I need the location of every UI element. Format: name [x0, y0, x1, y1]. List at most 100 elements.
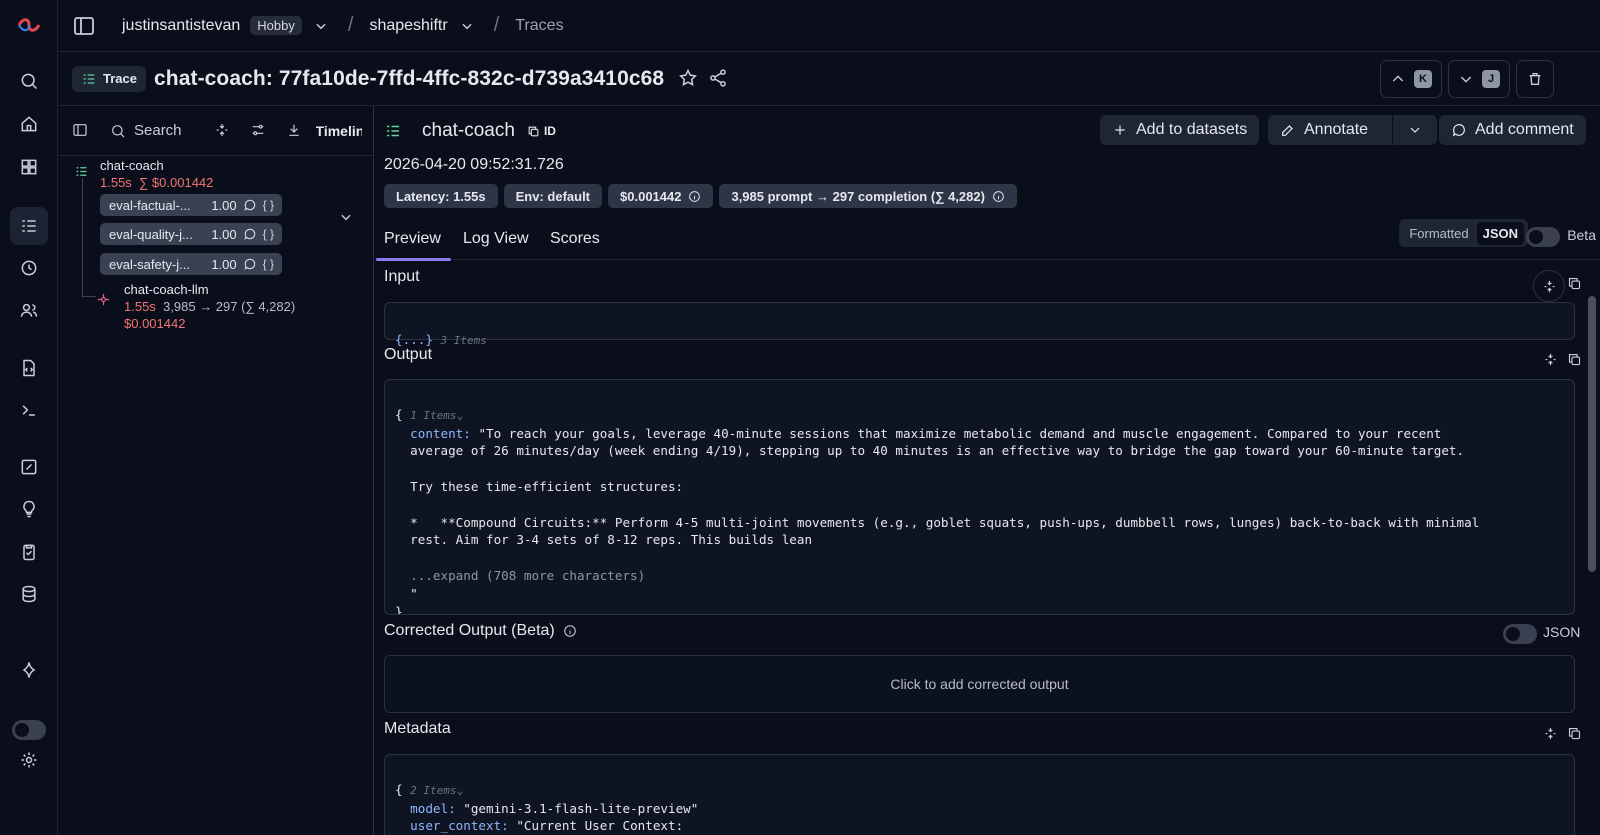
chevron-down-icon — [1460, 76, 1472, 83]
info-icon — [689, 190, 701, 202]
sessions-clock-icon[interactable] — [17, 256, 41, 280]
eval-score-chip[interactable]: eval-quality-j... 1.00 { } — [100, 223, 282, 245]
corrected-output-title: Corrected Output (Beta) — [384, 622, 577, 640]
metrics-pills: Latency: 1.55s Env: default $0.001442 3,… — [384, 184, 1017, 208]
prompts-file-icon[interactable] — [17, 356, 41, 380]
delete-trace-button[interactable] — [1516, 60, 1554, 98]
expand-icon[interactable] — [1543, 352, 1559, 368]
latency-badge: Latency: 1.55s — [384, 184, 498, 208]
eval-score-chip[interactable]: eval-factual-... 1.00 { } — [100, 194, 282, 216]
trash-icon — [1529, 73, 1541, 85]
env-badge: Env: default — [503, 184, 603, 208]
playground-terminal-icon[interactable] — [17, 398, 41, 422]
corrected-output-input[interactable]: Click to add corrected output — [384, 655, 1575, 713]
add-to-datasets-button[interactable]: Add to datasets — [1100, 115, 1260, 145]
share-icon[interactable] — [708, 68, 730, 90]
timeline-toggle[interactable]: Timeline — [316, 123, 362, 139]
chevron-down-icon[interactable] — [339, 210, 353, 224]
format-json-option[interactable]: JSON — [1476, 221, 1524, 245]
output-json-viewer[interactable]: { 1 Items⌄ content: "To reach your goals… — [384, 379, 1575, 615]
breadcrumb-org[interactable]: justinsantistevan — [122, 17, 240, 35]
lightbulb-icon[interactable] — [17, 497, 41, 521]
search-icon[interactable] — [17, 69, 41, 93]
info-icon — [993, 190, 1004, 202]
tree-toolbar: Search Timeline — [58, 106, 373, 156]
expand-icon[interactable] — [1533, 270, 1565, 302]
expand-icon[interactable] — [1543, 726, 1559, 742]
breadcrumb-separator: / — [347, 14, 354, 36]
top-navigation-bar: justinsantistevan Hobby / shapeshiftr / … — [58, 0, 1600, 52]
breadcrumb-separator: / — [493, 14, 500, 36]
traces-nav-icon[interactable] — [10, 207, 48, 245]
tab-scores[interactable]: Scores — [550, 230, 600, 248]
previous-trace-button[interactable]: K — [1380, 60, 1442, 98]
comment-icon — [244, 228, 255, 240]
chevron-down-icon[interactable] — [460, 19, 474, 33]
theme-toggle[interactable] — [12, 720, 46, 740]
format-formatted-option[interactable]: Formatted — [1409, 226, 1468, 241]
observation-name: chat-coach — [422, 120, 515, 141]
settings-gear-icon[interactable] — [17, 748, 41, 772]
observation-detail-panel: chat-coach ID Add to datasets Annotate A… — [375, 106, 1600, 835]
detail-scrollbar[interactable] — [1588, 296, 1596, 572]
tab-log-view[interactable]: Log View — [463, 230, 529, 248]
cost-badge[interactable]: $0.001442 — [608, 184, 714, 208]
app-logo-icon[interactable] — [17, 16, 41, 34]
tree-connector — [82, 296, 96, 297]
metadata-json-viewer[interactable]: { 2 Items⌄ model: "gemini-3.1-flash-lite… — [384, 754, 1575, 835]
tree-search[interactable]: Search — [110, 122, 182, 139]
tree-connector — [82, 178, 83, 298]
copy-icon[interactable] — [1567, 726, 1583, 742]
info-icon[interactable] — [563, 624, 577, 638]
tokens-badge[interactable]: 3,985 prompt → 297 completion (∑ 4,282) — [719, 184, 1017, 208]
input-json-viewer[interactable]: {...} 3 Items — [384, 302, 1575, 347]
plan-badge: Hobby — [250, 16, 302, 35]
copy-icon — [528, 126, 539, 136]
breadcrumb-traces[interactable]: Traces — [515, 17, 563, 35]
expand-text-link[interactable]: ...expand (708 more characters) — [410, 568, 645, 583]
edit-icon — [1282, 125, 1293, 136]
search-icon — [112, 124, 125, 137]
annotate-dropdown-button[interactable] — [1393, 115, 1437, 145]
eval-score-chip[interactable]: eval-safety-j... 1.00 { } — [100, 253, 282, 275]
copy-icon[interactable] — [1567, 352, 1583, 368]
star-icon[interactable] — [678, 68, 700, 90]
chevron-down-icon[interactable] — [314, 19, 328, 33]
annotation-clipboard-icon[interactable] — [17, 540, 41, 564]
users-icon[interactable] — [17, 298, 41, 322]
home-icon[interactable] — [17, 112, 41, 136]
add-comment-button[interactable]: Add comment — [1439, 115, 1586, 145]
sparkle-icon[interactable] — [17, 658, 41, 682]
corrected-json-label: JSON — [1543, 624, 1581, 640]
scores-icon[interactable] — [17, 455, 41, 479]
tab-preview[interactable]: Preview — [376, 230, 451, 261]
next-trace-button[interactable]: J — [1448, 60, 1510, 98]
metadata-section-title: Metadata — [384, 720, 451, 737]
collapse-panel-icon[interactable] — [72, 122, 90, 140]
corrected-json-toggle[interactable] — [1503, 624, 1537, 644]
tree-node-llm[interactable]: chat-coach-llm 1.55s 3,985 → 297 (∑ 4,28… — [124, 282, 295, 331]
toggle-sidebar-icon[interactable] — [72, 14, 96, 38]
generation-icon — [97, 293, 110, 306]
trace-list-icon — [387, 125, 399, 137]
observation-timestamp: 2026-04-20 09:52:31.726 — [384, 156, 564, 173]
expand-all-icon[interactable] — [214, 122, 232, 140]
trace-list-icon — [83, 73, 95, 84]
app-sidebar — [0, 0, 58, 835]
filter-settings-icon[interactable] — [250, 122, 268, 140]
dashboard-icon[interactable] — [17, 155, 41, 179]
download-icon[interactable] — [286, 122, 304, 140]
format-toggle[interactable]: Formatted JSON — [1399, 219, 1528, 247]
tree-node-root[interactable]: chat-coach 1.55s ∑ $0.001442 — [100, 158, 213, 190]
trace-tree-panel: Search Timeline chat-coach 1.55s ∑ $0.00… — [58, 106, 374, 835]
plus-icon — [1115, 125, 1125, 135]
beta-toggle[interactable] — [1526, 227, 1560, 247]
copy-id-button[interactable]: ID — [527, 124, 556, 138]
datasets-database-icon[interactable] — [17, 582, 41, 606]
annotate-button[interactable]: Annotate — [1268, 115, 1392, 145]
input-section-title: Input — [384, 268, 420, 285]
breadcrumb-project[interactable]: shapeshiftr — [369, 17, 447, 35]
beta-label: Beta — [1567, 227, 1596, 243]
page-title: chat-coach: 77fa10de-7ffd-4ffc-832c-d739… — [153, 66, 665, 90]
copy-icon[interactable] — [1567, 276, 1583, 292]
